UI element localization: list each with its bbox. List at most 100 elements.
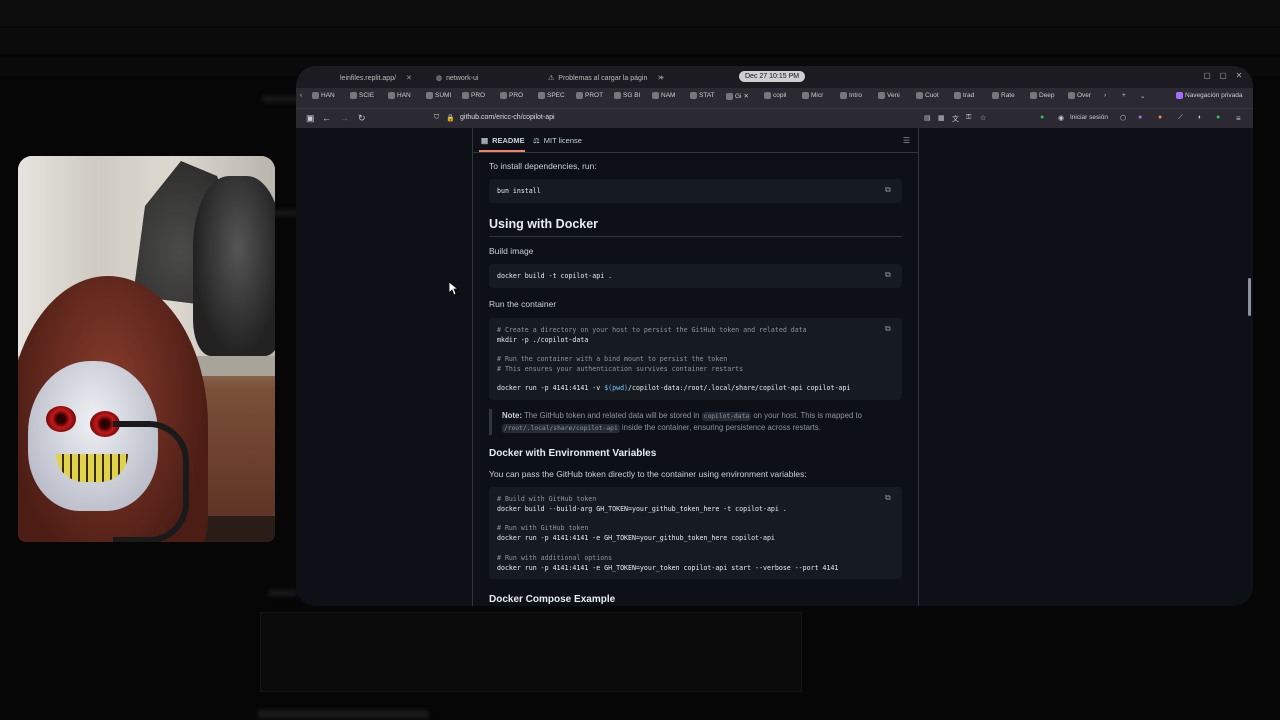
- bookmark-icon: [426, 92, 433, 99]
- headset: [113, 421, 189, 542]
- bookmark[interactable]: Micr: [802, 92, 823, 99]
- bookmark-icon: [916, 92, 923, 99]
- bookmark-icon: [500, 92, 507, 99]
- bookmark-label: STAT: [699, 92, 715, 99]
- bookmark[interactable]: STAT: [690, 92, 715, 99]
- tab-label: README: [492, 136, 525, 145]
- bookmark[interactable]: SG BI: [614, 92, 640, 99]
- bookmark[interactable]: PROT: [576, 92, 603, 99]
- scrollbar-thumb[interactable]: [1248, 278, 1251, 316]
- bookmark[interactable]: PRO: [462, 92, 485, 99]
- reload-icon[interactable]: ↻: [358, 113, 366, 124]
- tab-problemas[interactable]: ⚠ Problemas al cargar la págin ✕: [548, 70, 663, 86]
- code-line: mkdir -p ./copilot-data: [497, 336, 589, 344]
- code-line: docker build -t copilot-api .: [497, 272, 613, 280]
- copy-icon[interactable]: ⧉: [885, 324, 894, 333]
- copy-icon[interactable]: ⧉: [885, 270, 894, 279]
- bookmark[interactable]: Over: [1068, 92, 1091, 99]
- tab-license[interactable]: ⚖ MIT license: [533, 136, 582, 145]
- extension-icon[interactable]: ●: [1158, 114, 1162, 121]
- bookmark[interactable]: Rate: [992, 92, 1015, 99]
- bookmark[interactable]: Veni: [878, 92, 900, 99]
- code-text: /copilot-data:/root/.local/share/copilot…: [628, 384, 851, 392]
- note-callout: Note: The GitHub token and related data …: [489, 409, 905, 435]
- heading-env-vars: Docker with Environment Variables: [489, 448, 657, 459]
- bookmark-icon: [614, 92, 621, 99]
- plus-icon[interactable]: +: [1122, 92, 1126, 99]
- chevron-right-icon[interactable]: ›: [1104, 92, 1106, 99]
- green-shield-icon[interactable]: ●: [1040, 114, 1044, 121]
- bookmark[interactable]: NAM: [652, 92, 675, 99]
- bookmark[interactable]: Cuot: [916, 92, 939, 99]
- tab-replit[interactable]: leinfiles.replit.app/ ✕: [340, 70, 412, 86]
- bookmark-icon: [992, 92, 999, 99]
- bookmark-label: HAN: [321, 92, 335, 99]
- sidebar-icon[interactable]: ▣: [306, 113, 315, 124]
- bookmark[interactable]: SUMI: [426, 92, 451, 99]
- list-icon[interactable]: ☰: [903, 136, 910, 145]
- bookmark[interactable]: SPEC: [538, 92, 565, 99]
- bookmark-icon: [802, 92, 809, 99]
- extension-icon[interactable]: ●: [1216, 114, 1220, 121]
- extension-icon[interactable]: ◐: [1198, 114, 1202, 121]
- forward-icon[interactable]: →: [340, 113, 349, 123]
- chevron-left-icon[interactable]: ‹: [300, 92, 302, 99]
- bookmark[interactable]: HAN: [388, 92, 411, 99]
- bg-heading: [258, 710, 428, 718]
- note-line: Note: The GitHub token and related data …: [502, 411, 862, 421]
- bookmark[interactable]: PRO: [500, 92, 523, 99]
- translate-icon[interactable]: 文: [952, 114, 959, 124]
- code-block-env: # Build with GitHub token docker build -…: [489, 487, 902, 579]
- bookmark[interactable]: Intro: [840, 92, 862, 99]
- close-icon[interactable]: ✕: [744, 92, 749, 100]
- extension-icon[interactable]: ⬡: [1120, 114, 1126, 122]
- back-icon[interactable]: ←: [322, 113, 331, 123]
- bookmark-label: Intro: [849, 92, 863, 99]
- menu-icon[interactable]: ≡: [1236, 114, 1241, 123]
- bookmark[interactable]: copil: [764, 92, 786, 99]
- shield-icon[interactable]: ⛉: [434, 114, 439, 122]
- bookmark-label: SUMI: [435, 92, 452, 99]
- code-block-install: bun install ⧉: [489, 179, 902, 203]
- maximize-icon[interactable]: ▢: [1218, 71, 1228, 81]
- bookmark[interactable]: HAN: [312, 92, 335, 99]
- copy-icon[interactable]: ⧉: [885, 493, 894, 502]
- heading-docker-compose: Docker Compose Example: [489, 594, 616, 605]
- bookmark[interactable]: Gi ✕: [726, 92, 749, 100]
- cat-statue: [193, 176, 275, 356]
- chevron-down-icon[interactable]: ⌄: [1140, 92, 1145, 100]
- close-icon[interactable]: ✕: [406, 74, 412, 82]
- bookmark[interactable]: SCIE: [350, 92, 374, 99]
- mouse-cursor: [448, 281, 460, 301]
- plus-icon: +: [660, 74, 665, 82]
- bookmark-icon: [388, 92, 395, 99]
- login-button[interactable]: Iniciar sesión: [1070, 114, 1108, 121]
- copy-icon[interactable]: ⧉: [885, 185, 894, 194]
- close-window-icon[interactable]: ✕: [1234, 71, 1244, 81]
- url-field[interactable]: github.com/ericc-ch/copilot-api: [460, 114, 555, 121]
- code-line: docker build --build-arg GH_TOKEN=your_g…: [497, 505, 787, 513]
- bookmark-icon: [764, 92, 771, 99]
- heading-using-docker: Using with Docker: [489, 217, 599, 231]
- new-tab-button[interactable]: +: [660, 70, 664, 86]
- account-icon[interactable]: ◉: [1058, 114, 1064, 122]
- tab-network-ui[interactable]: ◍ network-ui: [436, 70, 478, 86]
- reader-icon[interactable]: ▤: [924, 114, 931, 122]
- lock-icon[interactable]: 🔒: [446, 114, 455, 122]
- key-icon[interactable]: ⚿: [966, 114, 971, 122]
- restore-icon[interactable]: ▢: [1202, 71, 1212, 81]
- bookmark[interactable]: trad: [954, 92, 974, 99]
- browser-window: leinfiles.replit.app/ ✕ ◍ network-ui ⚠ Prob…: [296, 66, 1253, 606]
- page-content: ▤ README ⚖ MIT license ☰ To install depend…: [296, 128, 1253, 606]
- extension-icon[interactable]: ●: [1138, 114, 1142, 121]
- bookmark-icon: [350, 92, 357, 99]
- star-icon[interactable]: ☆: [980, 114, 986, 122]
- bookmark[interactable]: Deep: [1030, 92, 1055, 99]
- tab-readme[interactable]: ▤ README: [481, 136, 525, 145]
- system-clock: Dec 27 10:15 PM: [739, 71, 806, 82]
- screenshot-icon[interactable]: ▦: [938, 114, 945, 122]
- extension-icon[interactable]: ⟋: [1178, 114, 1183, 122]
- bookmark-label: trad: [963, 92, 975, 99]
- code-line: docker run -p 4141:4141 -e GH_TOKEN=your…: [497, 564, 839, 572]
- tab-label: Problemas al cargar la págin: [558, 74, 648, 82]
